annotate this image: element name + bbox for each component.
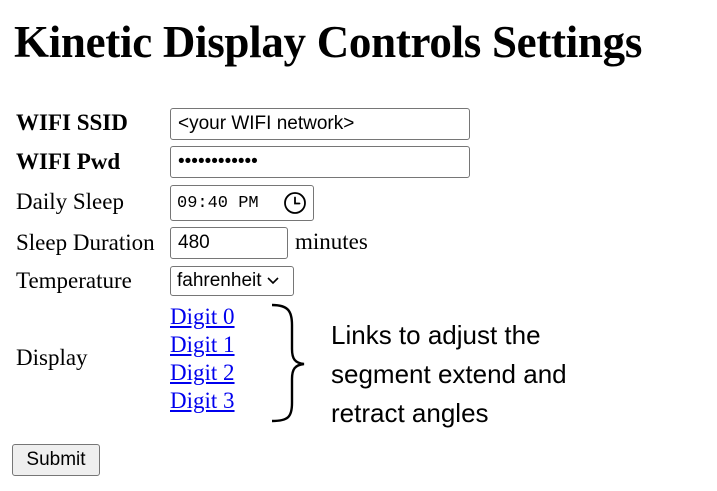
daily-sleep-time-input[interactable]: 09:40 PM — [170, 185, 314, 221]
curly-brace-icon — [271, 303, 305, 423]
annotation-text: Links to adjust the segment extend and r… — [331, 316, 567, 433]
clock-icon[interactable] — [283, 191, 307, 215]
temperature-select[interactable]: fahrenheit — [170, 266, 294, 296]
annotation-line-2: segment extend and — [331, 359, 567, 389]
wifi-ssid-label: WIFI SSID — [16, 110, 128, 135]
daily-sleep-label: Daily Sleep — [16, 189, 124, 214]
wifi-ssid-input[interactable] — [170, 108, 470, 140]
digit-0-link[interactable]: Digit 0 — [170, 304, 235, 330]
temperature-label: Temperature — [16, 268, 132, 293]
sleep-duration-label: Sleep Duration — [16, 230, 155, 255]
submit-button[interactable]: Submit — [12, 444, 100, 476]
annotation-line-1: Links to adjust the — [331, 320, 541, 350]
wifi-password-label: WIFI Pwd — [16, 149, 121, 174]
page-title: Kinetic Display Controls Settings — [14, 17, 643, 67]
digit-2-link[interactable]: Digit 2 — [170, 360, 235, 386]
sleep-duration-input[interactable] — [170, 227, 288, 259]
temperature-selected-value: fahrenheit — [177, 270, 262, 291]
sleep-duration-unit: minutes — [295, 229, 368, 254]
wifi-password-input[interactable] — [170, 146, 470, 178]
digit-3-link[interactable]: Digit 3 — [170, 388, 235, 414]
daily-sleep-time-value: 09:40 PM — [177, 193, 259, 213]
chevron-down-icon — [266, 277, 279, 285]
digit-1-link[interactable]: Digit 1 — [170, 332, 235, 358]
annotation-line-3: retract angles — [331, 398, 489, 428]
display-label: Display — [16, 345, 88, 370]
